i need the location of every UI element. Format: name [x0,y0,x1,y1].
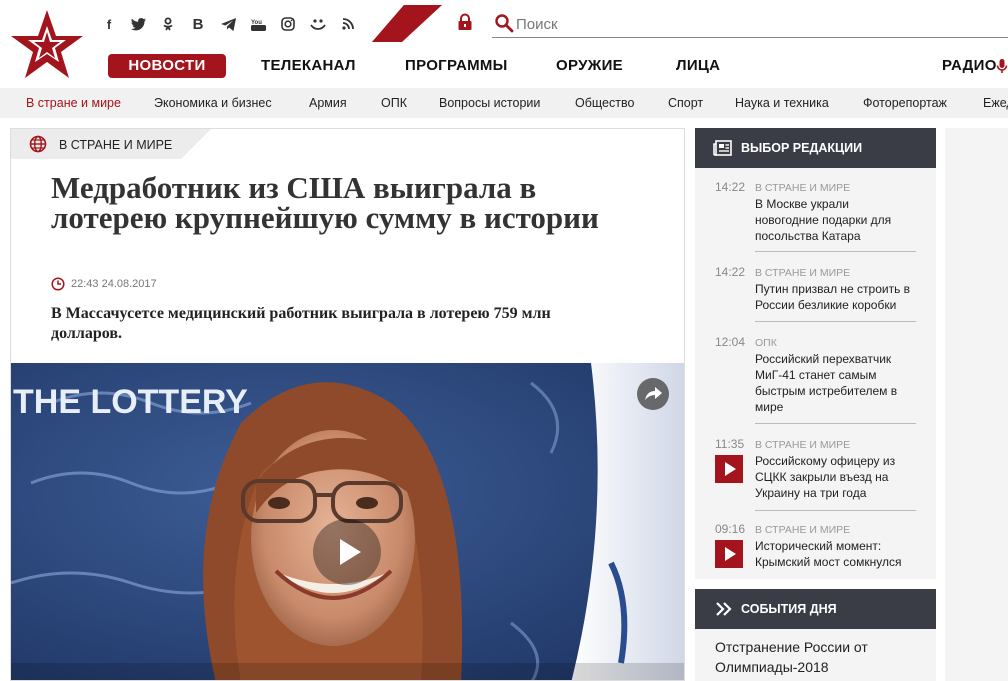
vkontakte-icon[interactable]: В [189,16,207,33]
subnav-item-nauka[interactable]: Наука и техника [735,88,829,118]
social-links: f В You [92,5,442,42]
telegram-icon[interactable] [219,16,237,32]
subnav-item-opk[interactable]: ОПК [381,88,407,118]
news-category[interactable]: В СТРАНЕ И МИРЕ [755,524,850,536]
article-lead: В Массачусетсе медицинский работник выиг… [51,305,551,342]
subnav-item-ekonomika[interactable]: Экономика и бизнес [154,88,272,118]
search-bar [492,10,1008,38]
nav-item-programmy[interactable]: ПРОГРАММЫ [405,54,508,78]
video-play-icon[interactable] [715,455,743,483]
globe-icon [29,135,47,153]
subnav-item-obshchestvo[interactable]: Общество [575,88,634,118]
events-of-day-panel: СОБЫТИЯ ДНЯ Отстранение России от Олимпи… [695,589,936,681]
play-button[interactable] [313,519,381,585]
news-headline[interactable]: Путин призвал не строить в России безлик… [755,281,915,313]
nav-item-radio[interactable]: РАДИО [942,54,997,78]
news-headline[interactable]: Исторический момент: Крымский мост сомкн… [755,538,915,570]
news-headline[interactable]: Российскому офицеру из СЦКК закрыли въез… [755,453,915,501]
news-divider [755,251,916,252]
video-player[interactable]: THE LOTTERY [11,363,684,680]
news-time: 14:22 [715,265,746,279]
events-title: СОБЫТИЯ ДНЯ [741,602,837,616]
news-category[interactable]: ОПК [755,337,777,349]
nav-item-telekanal[interactable]: ТЕЛЕКАНАЛ [261,54,356,78]
twitter-icon[interactable] [129,16,147,32]
news-time: 09:16 [715,522,746,536]
news-divider [755,423,916,424]
subnav-item-ezhednevno[interactable]: Ежедн [983,88,1008,118]
news-time: 11:35 [715,437,745,451]
zvezda-logo[interactable] [10,8,84,80]
odnoklassniki-icon[interactable] [159,16,177,32]
nav-item-litsa[interactable]: ЛИЦА [676,54,720,78]
share-icon[interactable] [637,378,669,410]
news-divider [755,510,916,511]
article-section-tag[interactable]: В СТРАНЕ И МИРЕ [11,129,211,159]
article-date: 22:43 24.08.2017 [71,278,157,290]
right-column-placeholder [945,128,1008,681]
section-label: В СТРАНЕ И МИРЕ [59,138,173,152]
instagram-icon[interactable] [279,16,297,32]
yandex-zen-icon[interactable] [309,16,327,32]
event-link[interactable]: Отстранение России от Олимпиады-2018 [715,637,915,677]
video-play-icon[interactable] [715,540,743,568]
events-header: СОБЫТИЯ ДНЯ [695,589,936,629]
news-category[interactable]: В СТРАНЕ И МИРЕ [755,267,850,279]
lock-icon[interactable] [456,13,474,31]
subnav-item-voprosy-istorii[interactable]: Вопросы истории [439,88,540,118]
nav-item-oruzhie[interactable]: ОРУЖИЕ [556,54,623,78]
news-time: 14:22 [715,180,746,194]
clock-icon [51,277,65,291]
editors-choice-header: ВЫБОР РЕДАКЦИИ [695,128,936,168]
microphone-icon[interactable] [996,58,1008,74]
main-navigation: НОВОСТИ ТЕЛЕКАНАЛ ПРОГРАММЫ ОРУЖИЕ ЛИЦА … [108,54,1008,78]
editors-choice-title: ВЫБОР РЕДАКЦИИ [741,141,863,155]
search-input[interactable] [516,13,996,35]
news-category[interactable]: В СТРАНЕ И МИРЕ [755,439,850,451]
news-headline[interactable]: Российский перехватчик МиГ-41 станет сам… [755,351,915,415]
site-header: f В You Н [0,0,1008,88]
search-icon[interactable] [494,13,514,33]
news-divider [755,321,916,322]
news-headline[interactable]: В Москве украли новогодние подарки для п… [755,196,915,244]
nav-item-novosti[interactable]: НОВОСТИ [108,54,226,78]
news-time: 12:04 [715,335,746,349]
subnav-item-sport[interactable]: Спорт [668,88,703,118]
article-title: Медработник из США выиграла в лотерею кр… [51,170,599,235]
subnav-item-v-strane-i-mire[interactable]: В стране и мире [26,88,121,118]
category-navigation: В стране и мире Экономика и бизнес Армия… [0,88,1008,118]
newspaper-icon [713,140,732,156]
article: В СТРАНЕ И МИРЕ Медработник из США выигр… [10,128,685,681]
youtube-icon[interactable]: You [249,16,267,32]
lottery-backdrop-text: THE LOTTERY [13,383,248,421]
news-category[interactable]: В СТРАНЕ И МИРЕ [755,182,850,194]
editors-choice-panel: ВЫБОР РЕДАКЦИИ 14:22 В СТРАНЕ И МИРЕ В М… [695,128,936,579]
subnav-item-fotoreportazh[interactable]: Фоторепортаж [863,88,947,118]
subnav-item-armiya[interactable]: Армия [309,88,347,118]
double-chevron-right-icon [716,602,732,616]
rss-icon[interactable] [339,16,357,32]
facebook-icon[interactable]: f [100,16,118,32]
